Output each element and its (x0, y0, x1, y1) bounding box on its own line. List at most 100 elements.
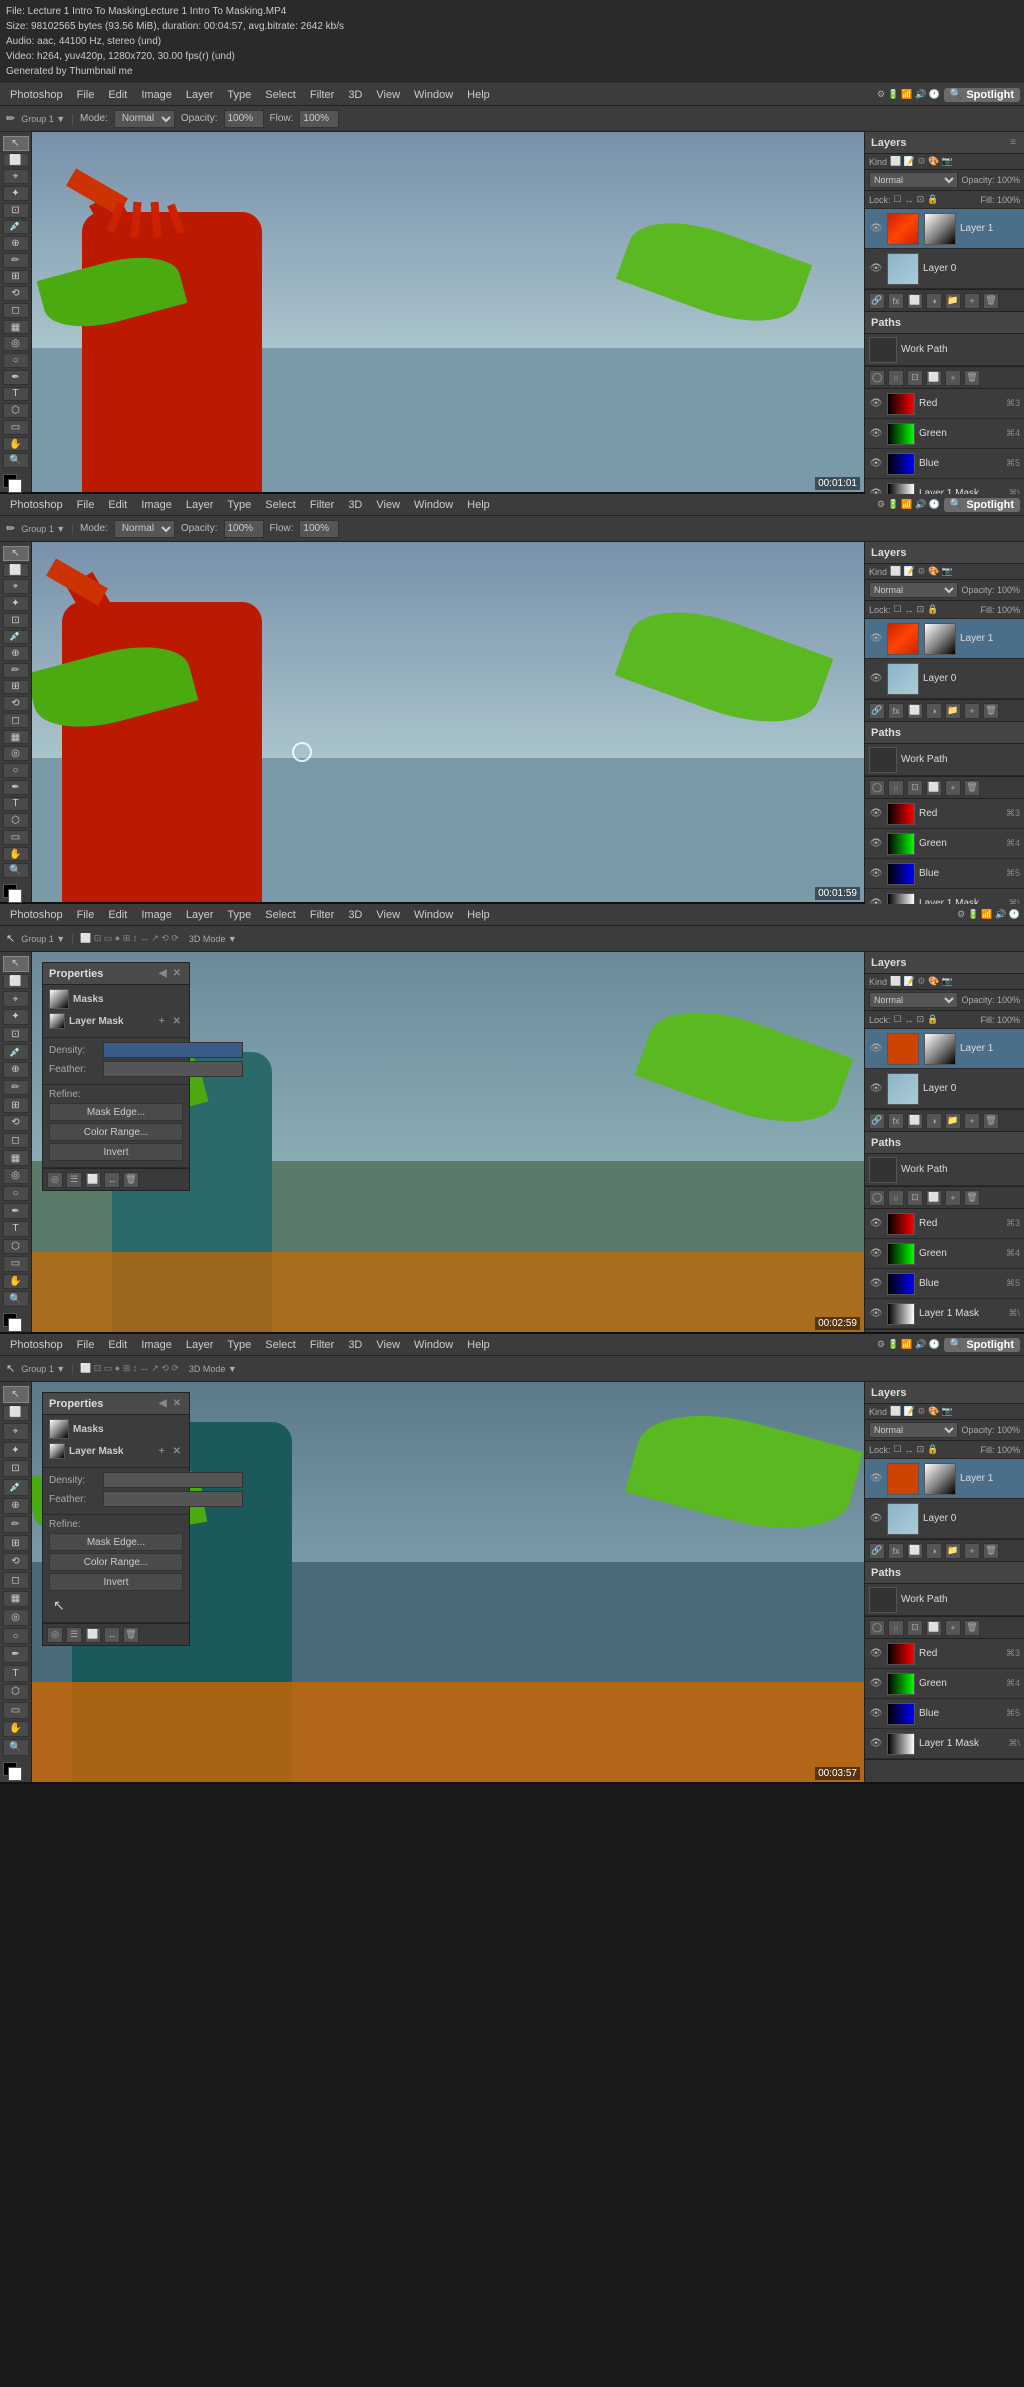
mode-select-1[interactable]: Normal (114, 110, 175, 128)
lock-all-3[interactable]: 🔒 (927, 1014, 938, 1025)
eyedropper-tool-3[interactable]: 💉 (3, 1044, 29, 1060)
lock-px-1[interactable]: ⊡ (917, 194, 925, 205)
menu-view-1[interactable]: View (370, 87, 406, 103)
adj-btn-1[interactable]: ◑ (926, 293, 942, 309)
mask-edge-btn-4[interactable]: Mask Edge... (49, 1533, 183, 1551)
ch-green-1[interactable]: 👁 Green ⌘4 (865, 419, 1024, 449)
shape-tool-1[interactable]: ▭ (3, 420, 29, 435)
eyedropper-tool-2[interactable]: 💉 (3, 630, 29, 645)
path-load-btn-1[interactable]: ⊡ (907, 370, 923, 386)
folder-btn-2[interactable]: 📁 (945, 703, 961, 719)
new-btn-4[interactable]: + (964, 1543, 980, 1559)
eye-green-3[interactable]: 👁 (869, 1247, 883, 1261)
menu-type-1[interactable]: Type (221, 87, 257, 103)
lock-px-3[interactable]: ⊡ (917, 1014, 925, 1025)
blur-tool-2[interactable]: ◎ (3, 746, 29, 761)
dodge-tool-2[interactable]: ○ (3, 763, 29, 778)
eye-red-4[interactable]: 👁 (869, 1647, 883, 1661)
path-item-1-1[interactable]: Work Path (865, 334, 1024, 366)
layer-item-1-3[interactable]: 👁 Layer 1 (865, 1029, 1024, 1069)
lock-move-1[interactable]: ↔ (905, 195, 914, 205)
text-tool-4[interactable]: T (3, 1665, 29, 1682)
menu-select-1[interactable]: Select (259, 87, 302, 103)
history-tool-3[interactable]: ⟲ (3, 1115, 29, 1131)
menu-filter-2[interactable]: Filter (304, 497, 340, 513)
density-input-3[interactable]: 99% (103, 1042, 243, 1058)
pb-icon1-4[interactable]: ◎ (47, 1627, 63, 1643)
menu-photoshop-4[interactable]: Photoshop (4, 1337, 69, 1353)
menu-edit-1[interactable]: Edit (102, 87, 133, 103)
menu-type-3[interactable]: Type (221, 907, 257, 923)
lock-all-2[interactable]: 🔒 (927, 604, 938, 615)
pb-icon3-4[interactable]: ⬜ (85, 1627, 101, 1643)
fx-btn-1[interactable]: fx (888, 293, 904, 309)
pb-icon4-3[interactable]: ↔ (104, 1172, 120, 1188)
pb-icon3-3[interactable]: ⬜ (85, 1172, 101, 1188)
menu-edit-4[interactable]: Edit (102, 1337, 133, 1353)
trash-btn-3[interactable]: 🗑 (983, 1113, 999, 1129)
wand-tool-4[interactable]: ✦ (3, 1442, 29, 1459)
ch-blue-1[interactable]: 👁 Blue ⌘5 (865, 449, 1024, 479)
menu-photoshop-2[interactable]: Photoshop (4, 497, 69, 513)
ch-red-4[interactable]: 👁 Red ⌘3 (865, 1639, 1024, 1669)
hand-tool-1[interactable]: ✋ (3, 437, 29, 452)
pb-icon2-4[interactable]: ☰ (66, 1627, 82, 1643)
path-item-1-3[interactable]: Work Path (865, 1154, 1024, 1186)
pb-icon1-3[interactable]: ◎ (47, 1172, 63, 1188)
menu-select-2[interactable]: Select (259, 497, 302, 513)
menu-select-4[interactable]: Select (259, 1337, 302, 1353)
menu-3d-1[interactable]: 3D (342, 87, 368, 103)
text-tool-1[interactable]: T (3, 387, 29, 402)
path-fill-btn-2[interactable]: ◯ (869, 780, 885, 796)
hand-tool-3[interactable]: ✋ (3, 1274, 29, 1290)
clone-tool-4[interactable]: ⊞ (3, 1535, 29, 1552)
blending-select-3[interactable]: Normal (869, 992, 958, 1008)
move-tool-2[interactable]: ↖ (3, 546, 29, 561)
ch-red-1[interactable]: 👁 Red ⌘3 (865, 389, 1024, 419)
wand-tool-2[interactable]: ✦ (3, 596, 29, 611)
path-load-btn-4[interactable]: ⊡ (907, 1620, 923, 1636)
spotlight-bar-2[interactable]: 🔍 Spotlight (944, 498, 1020, 512)
wand-tool-1[interactable]: ✦ (3, 186, 29, 201)
eye-layer1-3[interactable]: 👁 (869, 1042, 883, 1056)
eye-blue-3[interactable]: 👁 (869, 1277, 883, 1291)
path-stroke-btn-4[interactable]: ○ (888, 1620, 904, 1636)
path-load-btn-3[interactable]: ⊡ (907, 1190, 923, 1206)
layer-item-0-2[interactable]: 👁 Layer 0 (865, 659, 1024, 699)
path-mask-btn-4[interactable]: ⬜ (926, 1620, 942, 1636)
eye-green-1[interactable]: 👁 (869, 427, 883, 441)
menu-image-1[interactable]: Image (135, 87, 178, 103)
menu-file-3[interactable]: File (71, 907, 101, 923)
menu-file-1[interactable]: File (71, 87, 101, 103)
gradient-tool-3[interactable]: ▦ (3, 1150, 29, 1166)
ch-red-3[interactable]: 👁 Red ⌘3 (865, 1209, 1024, 1239)
lock-move-4[interactable]: ↔ (905, 1445, 914, 1455)
shape-tool-4[interactable]: ▭ (3, 1702, 29, 1719)
folder-btn-4[interactable]: 📁 (945, 1543, 961, 1559)
trash-btn-2[interactable]: 🗑 (983, 703, 999, 719)
path-new-btn-4[interactable]: + (945, 1620, 961, 1636)
crop-tool-4[interactable]: ⊡ (3, 1460, 29, 1477)
menu-3d-3[interactable]: 3D (342, 907, 368, 923)
history-tool-1[interactable]: ⟲ (3, 286, 29, 301)
marquee-tool-3[interactable]: ⬜ (3, 974, 29, 990)
path-tool-2[interactable]: ⬡ (3, 813, 29, 828)
lock-px-4[interactable]: ⊡ (917, 1444, 925, 1455)
layer-item-0-3[interactable]: 👁 Layer 0 (865, 1069, 1024, 1109)
eye-red-2[interactable]: 👁 (869, 807, 883, 821)
mask-edge-btn-3[interactable]: Mask Edge... (49, 1103, 183, 1121)
mode-select-2[interactable]: Normal (114, 520, 175, 538)
path-trash-btn-1[interactable]: 🗑 (964, 370, 980, 386)
spotlight-bar-4[interactable]: 🔍 Spotlight (944, 1338, 1020, 1352)
eye-layer1-2[interactable]: 👁 (869, 632, 883, 646)
shape-tool-2[interactable]: ▭ (3, 830, 29, 845)
ch-green-4[interactable]: 👁 Green ⌘4 (865, 1669, 1024, 1699)
props-close-4[interactable]: ✕ (171, 1397, 183, 1410)
path-mask-btn-2[interactable]: ⬜ (926, 780, 942, 796)
folder-btn-3[interactable]: 📁 (945, 1113, 961, 1129)
path-stroke-btn-3[interactable]: ○ (888, 1190, 904, 1206)
move-tool-4[interactable]: ↖ (3, 1386, 29, 1403)
fx-btn-2[interactable]: fx (888, 703, 904, 719)
color-range-btn-4[interactable]: Color Range... (49, 1553, 183, 1571)
link-btn-1[interactable]: 🔗 (869, 293, 885, 309)
